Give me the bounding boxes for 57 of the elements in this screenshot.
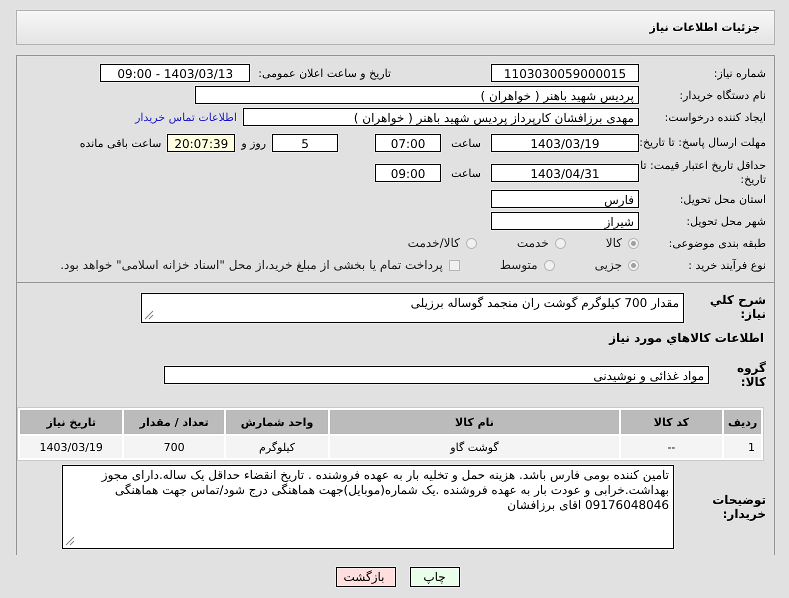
column-header: تعداد / مقدار xyxy=(124,410,224,434)
field-label: حداقل تاریخ اعتبار قیمت: تا تاریخ: xyxy=(639,159,767,187)
announce-date-field: 1403/03/13 - 09:00 xyxy=(100,64,250,82)
process-radio[interactable]: جزیی xyxy=(594,258,639,272)
table-cell: گوشت گاو xyxy=(330,436,619,458)
buyer-notes-field: تامین کننده بومی فارس باشد. هزینه حمل و تخلیه بار به عهده فروشنده . تاریخ انقضاء حداقل یک ساله.دارای مجوز بهداشت.خرابی و عودت بار به عهده فروشنده .یک شماره(موبایل)جهت هماهنگی درج شود/تماس جهت هماهنگی 09176048046 اقای برزافشان xyxy=(62,465,674,549)
back-button[interactable]: بازگشت xyxy=(336,567,396,587)
category-radio[interactable]: کالا/خدمت xyxy=(408,236,477,250)
column-header: واحد شمارش xyxy=(226,410,328,434)
resize-grip-icon[interactable] xyxy=(144,310,154,320)
deadline-date-field: 1403/03/19 xyxy=(491,134,639,152)
field-label: نوع فرآیند خرید : xyxy=(687,258,767,272)
field-label: شماره نیاز: xyxy=(712,66,767,80)
table-cell: 700 xyxy=(124,436,224,458)
summary-field: مقدار 700 کیلوگرم گوشت ران منجمد گوساله برزیلی xyxy=(141,293,684,323)
remaining-label: ساعت باقی مانده xyxy=(80,136,162,150)
column-header: کد کالا xyxy=(620,410,722,434)
column-header: ردیف xyxy=(724,410,761,434)
category-radio[interactable]: خدمت xyxy=(516,236,566,250)
validity-date-field: 1403/04/31 xyxy=(491,164,639,182)
table-cell: -- xyxy=(620,436,722,458)
field-label: ایجاد کننده درخواست: xyxy=(664,110,767,124)
table-cell: 1403/03/19 xyxy=(20,436,122,458)
validity-time-field: 09:00 xyxy=(375,164,442,182)
field-label: استان محل تحویل: xyxy=(678,192,767,206)
process-radio[interactable]: متوسط xyxy=(500,258,555,272)
goods-group-field: مواد غذائی و نوشیدنی xyxy=(164,366,709,384)
field-label: شهر محل تحویل: xyxy=(685,214,767,228)
buyer-org-field: پردیس شهید باهنر ( خواهران ) xyxy=(195,86,639,104)
province-field: فارس xyxy=(491,190,639,208)
page-title: جزئیات اطلاعات نیاز xyxy=(650,21,760,34)
time-label: ساعت xyxy=(451,136,481,150)
field-label: نام دستگاه خریدار: xyxy=(678,88,767,102)
field-label: توضیحات خریدار: xyxy=(711,493,767,521)
days-field: 5 xyxy=(272,134,338,152)
city-field: شیراز xyxy=(491,212,639,230)
remaining-time-field: 20:07:39 xyxy=(167,134,236,152)
need-number-field: 1103030059000015 xyxy=(491,64,639,82)
field-label: طبقه بندی موضوعی: xyxy=(668,236,767,250)
field-label: گروه کالا: xyxy=(736,361,767,389)
days-label: روز و xyxy=(241,136,266,150)
field-label: شرح کلي نياز: xyxy=(708,293,767,321)
print-button[interactable]: چاپ xyxy=(410,567,460,587)
column-header: تاریخ نیاز xyxy=(20,410,122,434)
payment-checkbox[interactable]: پرداخت تمام یا بخشی از مبلغ خرید،از محل "اسناد خزانه اسلامی" خواهد بود. xyxy=(60,258,460,272)
table-cell: 1 xyxy=(724,436,761,458)
table-cell: کیلوگرم xyxy=(226,436,328,458)
field-label: مهلت ارسال پاسخ: تا تاریخ: xyxy=(639,136,767,150)
resize-grip-icon[interactable] xyxy=(65,536,75,546)
time-label: ساعت xyxy=(451,166,481,180)
contact-link[interactable]: اطلاعات تماس خریدار xyxy=(135,110,237,124)
deadline-time-field: 07:00 xyxy=(375,134,442,152)
creator-field: مهدی برزافشان کارپرداز پردیس شهید باهنر ( خواهران ) xyxy=(243,108,639,126)
category-radio[interactable]: کالا xyxy=(606,236,639,250)
field-label: تاریخ و ساعت اعلان عمومی: xyxy=(258,66,391,80)
column-header: نام کالا xyxy=(330,410,619,434)
section-heading: اطلاعات کالاهاي مورد نياز xyxy=(608,331,764,345)
